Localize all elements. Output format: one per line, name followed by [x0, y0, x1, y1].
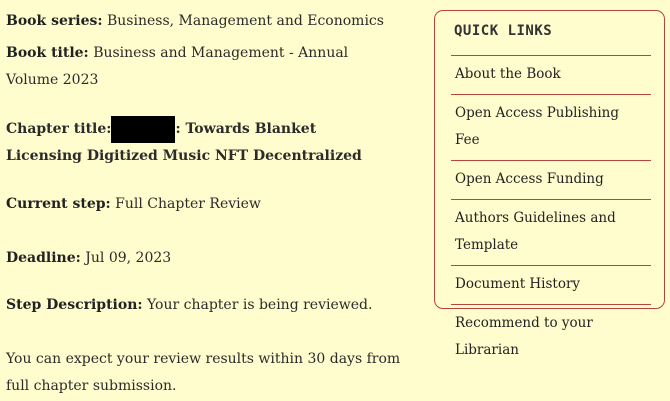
deadline-label: Deadline:: [6, 250, 81, 266]
deadline-value: Jul 09, 2023: [85, 250, 172, 266]
book-series-value: Business, Management and Economics: [106, 13, 384, 29]
quick-links-list: About the Book Open Access Publishing Fe…: [451, 55, 651, 370]
step-description-label: Step Description:: [6, 297, 143, 313]
current-step-row: Current step: Full Chapter Review: [6, 191, 426, 218]
link-about-book[interactable]: About the Book: [451, 55, 651, 94]
chapter-title-row: Chapter title: : Towards Blanket Licensin…: [6, 116, 426, 170]
current-step-label: Current step:: [6, 196, 111, 212]
chapter-title-label: Chapter title:: [6, 121, 112, 137]
redacted-block: [111, 116, 176, 143]
book-series-label: Book series:: [6, 13, 103, 29]
book-title-value: Business and Management - Annual: [93, 45, 349, 61]
book-title-label: Book title:: [6, 45, 89, 61]
step-description-value: Your chapter is being reviewed.: [147, 297, 373, 313]
link-open-access-funding[interactable]: Open Access Funding: [451, 160, 651, 199]
review-note: You can expect your review results withi…: [6, 346, 426, 400]
chapter-title-value: : Towards Blanket: [175, 121, 317, 137]
current-step-value: Full Chapter Review: [115, 196, 261, 212]
book-title-row: Book title: Business and Management - An…: [6, 40, 426, 94]
quick-links-heading: QUICK LINKS: [454, 23, 553, 39]
link-publishing-fee[interactable]: Open Access Publishing Fee: [451, 94, 651, 160]
chapter-title-value-line2: Licensing Digitized Music NFT Decentrali…: [6, 148, 362, 164]
book-title-value-line2: Volume 2023: [6, 72, 99, 88]
link-recommend-librarian[interactable]: Recommend to your Librarian: [451, 304, 651, 370]
book-series-row: Book series: Business, Management and Ec…: [6, 8, 426, 35]
link-authors-guidelines[interactable]: Authors Guidelines and Template: [451, 199, 651, 265]
link-document-history[interactable]: Document History: [451, 265, 651, 304]
review-note-line2: full chapter submission.: [6, 378, 177, 394]
deadline-row: Deadline: Jul 09, 2023: [6, 245, 426, 272]
quick-links-panel: QUICK LINKS About the Book Open Access P…: [434, 10, 665, 358]
step-description-row: Step Description: Your chapter is being …: [6, 292, 426, 319]
review-note-line1: You can expect your review results withi…: [6, 351, 401, 367]
